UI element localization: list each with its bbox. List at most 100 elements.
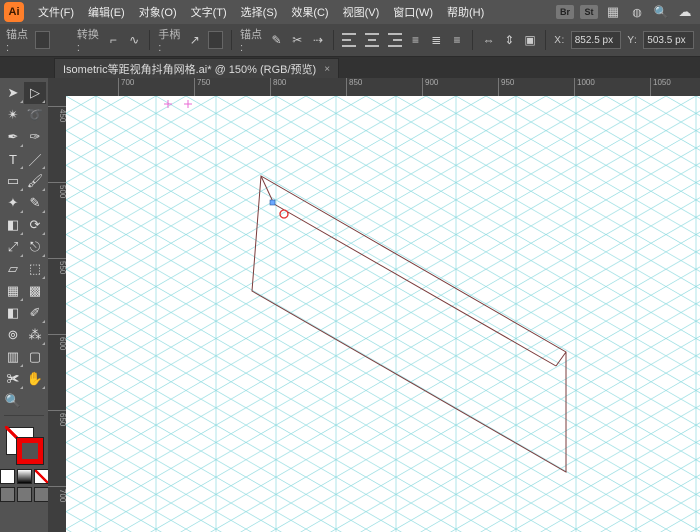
zoom-tool[interactable]: 🔍 [2,390,24,412]
isolate-icon[interactable]: ▣ [523,31,538,49]
bridge-badge[interactable]: Br [555,2,575,22]
x-value-field[interactable]: 852.5 px [571,31,622,49]
align-left-icon[interactable] [342,31,358,49]
ruler-h-tick: 850 [346,78,362,96]
slice-tool[interactable]: ✀ [2,368,24,390]
selection-tool[interactable]: ➤ [2,82,24,104]
align-top-icon[interactable]: ≡ [408,31,423,49]
handle-show-icon[interactable]: ↗ [187,31,202,49]
handle-slot[interactable] [208,31,223,49]
color-mode-buttons [0,469,50,484]
scale-tool[interactable]: ⤢ [2,236,24,258]
connect-anchor-icon[interactable]: ⇢ [311,31,326,49]
menu-view[interactable]: 视图(V) [337,2,386,22]
menu-window[interactable]: 窗口(W) [387,2,439,22]
menu-select[interactable]: 选择(S) [235,2,284,22]
fill-stroke-swatch[interactable] [4,425,44,465]
x-label: X: [554,35,564,46]
anchor2-label: 锚点 : [240,26,263,54]
gradient-tool[interactable]: ◧ [2,302,24,324]
ruler-vertical[interactable]: 450500550600650700750 [48,96,67,532]
document-tab-title: Isometric等距视角抖角网格.ai* @ 150% (RGB/预览) [63,61,316,77]
tools-panel: ➤▷ ✴➰ ✒✑ T／ ▭🖌 ✦✎ ◧⟳ ⤢⎋ ▱⬚ ▦▩ ◧✐ ⊚⁂ ▥▢ ✀… [0,78,48,532]
ruler-horizontal[interactable]: 70075080085090095010001050 [66,78,700,97]
menu-bar: Ai 文件(F) 编辑(E) 对象(O) 文字(T) 选择(S) 效果(C) 视… [0,0,700,24]
align-middle-icon[interactable]: ≣ [429,31,444,49]
document-tab-bar: Isometric等距视角抖角网格.ai* @ 150% (RGB/预览) × [0,57,700,79]
menu-effect[interactable]: 效果(C) [285,2,334,22]
align-center-icon[interactable] [364,31,380,49]
menu-edit[interactable]: 编辑(E) [82,2,131,22]
handle-label: 手柄 : [158,26,181,54]
paintbrush-tool[interactable]: 🖌 [24,170,46,192]
magic-wand-tool[interactable]: ✴ [2,104,24,126]
align-bottom-icon[interactable]: ≡ [450,31,465,49]
stroke-color-swatch[interactable] [16,437,44,465]
free-transform-tool[interactable]: ▱ [2,258,24,280]
menu-object[interactable]: 对象(O) [133,2,183,22]
mesh-tool[interactable]: ▩ [24,280,46,302]
ruler-h-tick: 900 [422,78,438,96]
ruler-h-tick: 1000 [574,78,595,96]
app-logo: Ai [4,2,24,22]
anchor-label: 锚点 : [6,26,29,54]
convert-smooth-icon[interactable]: ∿ [127,31,142,49]
distribute-v-icon[interactable]: ⇕ [502,31,517,49]
align-right-icon[interactable] [386,31,402,49]
screen-mode-full[interactable] [17,487,32,502]
ruler-corner [48,78,67,97]
curvature-tool[interactable]: ✑ [24,126,46,148]
screen-mode-normal[interactable] [0,487,15,502]
line-tool[interactable]: ／ [24,148,46,170]
color-mode-none[interactable] [34,469,49,484]
eyedropper-tool[interactable]: ✐ [24,302,46,324]
ruler-v-tick: 700 [48,486,66,502]
pen-tool[interactable]: ✒ [2,126,24,148]
search-icon[interactable]: 🔍 [651,2,671,22]
color-mode-gradient[interactable] [17,469,32,484]
shape-builder-tool[interactable]: ⬚ [24,258,46,280]
menu-type[interactable]: 文字(T) [185,2,233,22]
workspace: ➤▷ ✴➰ ✒✑ T／ ▭🖌 ✦✎ ◧⟳ ⤢⎋ ▱⬚ ▦▩ ◧✐ ⊚⁂ ▥▢ ✀… [0,78,700,532]
shaper-tool[interactable]: ✦ [2,192,24,214]
color-mode-solid[interactable] [0,469,15,484]
anchor-point-handle[interactable] [270,200,275,205]
direct-selection-tool[interactable]: ▷ [24,82,46,104]
type-tool[interactable]: T [2,148,24,170]
convert-corner-icon[interactable]: ⌐ [106,31,121,49]
gpu-icon[interactable]: ◍ [627,2,647,22]
eraser-tool[interactable]: ◧ [2,214,24,236]
hand-tool[interactable]: ✋ [24,368,46,390]
control-bar: 锚点 : 转换 : ⌐ ∿ 手柄 : ↗ 锚点 : ✎ ✂ ⇢ ≡ ≣ ≡ ⇔ … [0,24,700,57]
cloud-sync-icon[interactable]: ☁ [675,2,695,22]
perspective-tool[interactable]: ▦ [2,280,24,302]
arrange-docs-icon[interactable]: ▦ [603,2,623,22]
column-graph-tool[interactable]: ▥ [2,346,24,368]
stock-badge[interactable]: St [579,2,599,22]
ruler-v-tick: 550 [48,258,66,274]
symbol-sprayer-tool[interactable]: ⁂ [24,324,46,346]
blank-tool [24,390,46,412]
screen-mode-presentation[interactable] [34,487,49,502]
document-tab[interactable]: Isometric等距视角抖角网格.ai* @ 150% (RGB/预览) × [54,58,339,79]
artboard-tool[interactable]: ▢ [24,346,46,368]
menu-help[interactable]: 帮助(H) [441,2,490,22]
artboard[interactable] [66,96,700,532]
convert-label: 转换 : [77,26,100,54]
document-tab-close-icon[interactable]: × [324,64,330,75]
pencil-tool[interactable]: ✎ [24,192,46,214]
distribute-h-icon[interactable]: ⇔ [481,31,496,49]
canvas-area: 70075080085090095010001050 4505005506006… [48,78,700,532]
ruler-h-tick: 1050 [650,78,671,96]
menu-file[interactable]: 文件(F) [32,2,80,22]
canvas-svg [66,96,700,532]
width-tool[interactable]: ⎋ [24,236,46,258]
anchor-slot[interactable] [35,31,50,49]
cut-path-icon[interactable]: ✂ [290,31,305,49]
rotate-tool[interactable]: ⟳ [24,214,46,236]
remove-anchor-icon[interactable]: ✎ [269,31,284,49]
rectangle-tool[interactable]: ▭ [2,170,24,192]
blend-tool[interactable]: ⊚ [2,324,24,346]
y-value-field[interactable]: 503.5 px [643,31,694,49]
lasso-tool[interactable]: ➰ [24,104,46,126]
